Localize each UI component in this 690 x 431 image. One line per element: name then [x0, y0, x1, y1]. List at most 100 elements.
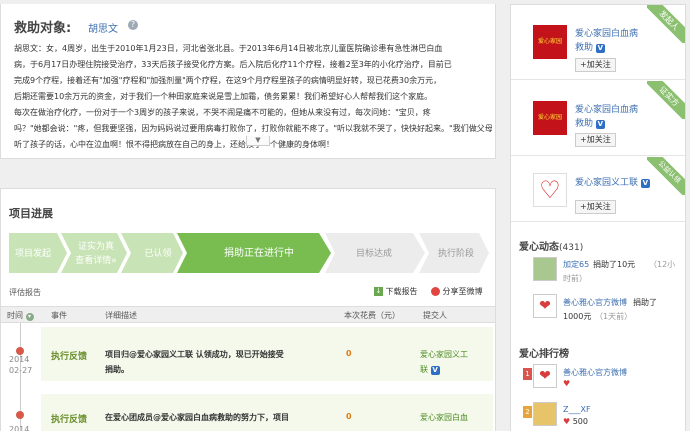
heart-icon: ♥ [563, 417, 571, 426]
org-name-link[interactable]: 爱心家园白血病 [575, 26, 638, 39]
row-year: 2014 [9, 355, 30, 364]
download-icon: ↓ [374, 287, 383, 296]
feed-user-link[interactable]: 善心雅心官方微博 [563, 297, 627, 308]
follow-button[interactable]: +加关注 [575, 58, 616, 72]
row-cost: 0 [346, 412, 352, 421]
follow-button[interactable]: +加关注 [575, 133, 616, 147]
step-1: 项目发起 [9, 233, 67, 273]
svg-text:查看详情»: 查看详情» [75, 254, 117, 266]
help-icon[interactable]: ? [128, 20, 138, 30]
story-name-link[interactable]: 胡思文 [88, 20, 118, 35]
org-name-link[interactable]: 爱心家园白血病 [575, 102, 638, 115]
row-date: 02-27 [9, 366, 33, 375]
svg-text:证实为真: 证实为真 [78, 240, 114, 252]
feed-amount: 1000元 [563, 312, 592, 321]
expand-toggle[interactable]: ▼ [246, 136, 270, 146]
ranking-user-link[interactable]: Z___XF [563, 405, 591, 414]
org-logo-heart-icon[interactable]: ♡ [533, 173, 567, 207]
row-submitter-link[interactable]: 联 V [420, 364, 440, 375]
org-logo[interactable]: 爱心家园 [533, 101, 567, 135]
role-tag: 公益认领 [647, 157, 685, 195]
org-card: 证实方 爱心家园 爱心家园白血病 救助 V +加关注 [511, 81, 685, 156]
weibo-icon [431, 287, 440, 296]
verified-icon: V [430, 366, 440, 375]
row-event: 执行反馈 [51, 352, 88, 362]
chevron-down-icon: ▼ [255, 136, 261, 144]
feed-action: 捐助了10元 [593, 260, 636, 269]
story-line: 胡思文：女，4周岁，出生于2010年1月23日，河北省张北县。于2013年6月1… [14, 44, 443, 53]
column-time[interactable]: 时间 ▾ [7, 310, 34, 321]
avatar[interactable] [533, 257, 557, 281]
row-desc-line: 项目归@爱心家园义工联 认领成功，现已开始接受 [105, 350, 284, 359]
svg-text:目标达成: 目标达成 [356, 247, 392, 259]
progress-title: 项目进展 [9, 207, 53, 220]
feed-time: （1天前） [595, 312, 633, 321]
feed-time: 时前） [563, 274, 587, 283]
avatar[interactable]: ❤ [533, 294, 557, 318]
org-name-link[interactable]: 救助 V [575, 116, 605, 129]
share-weibo-button[interactable]: 分享至微博 [431, 286, 483, 297]
download-report-button[interactable]: ↓ 下载报告 [374, 286, 418, 297]
avatar[interactable] [533, 402, 557, 426]
step-5: 目标达成 [325, 233, 425, 273]
org-card: 发起人 爱心家园 爱心家园白血病 救助 V +加关注 [511, 5, 685, 80]
step-6: 执行阶段 [419, 233, 489, 273]
rank-badge: 2 [523, 406, 532, 418]
role-tag: 证实方 [647, 81, 685, 119]
story-line: 病，于6月17日办理住院接受治疗，33天后孩子接受化疗方案。后入院后化疗11个疗… [14, 60, 452, 69]
org-name-link[interactable]: 爱心家园义工联 V [575, 175, 650, 188]
verified-icon: V [595, 120, 605, 129]
feed-user-link[interactable]: 加定65 [563, 259, 589, 270]
org-card: 公益认领 ♡ 爱心家园义工联 V +加关注 [511, 157, 685, 222]
org-name-link[interactable]: 救助 V [575, 40, 605, 53]
story-panel: 救助对象: 胡思文 ? 胡思文：女，4周岁，出生于2010年1月23日，河北省张… [0, 4, 496, 159]
row-event: 执行反馈 [51, 415, 88, 425]
svg-text:已认领: 已认领 [144, 247, 171, 259]
timeline-dot [16, 347, 24, 355]
column-event: 事件 [51, 311, 67, 320]
ranking-score: ♥ 500 [563, 417, 588, 426]
svg-text:项目发起: 项目发起 [15, 247, 51, 259]
svg-text:执行阶段: 执行阶段 [438, 247, 474, 259]
feed-time: （12小 [649, 260, 676, 269]
avatar[interactable]: ❤ [533, 364, 557, 388]
ranking-item: 1 ❤ 善心雅心官方微博 ♥ [511, 363, 685, 393]
story-line: 完成9个疗程，接着还有"加强"疗程和"加强剂量"两个疗程，在这9个月疗程里孩子的… [14, 76, 442, 85]
role-tag: 发起人 [647, 5, 685, 43]
row-submitter-link[interactable]: 爱心家园白血 [420, 412, 468, 423]
step-2[interactable]: 证实为真 查看详情» [61, 233, 127, 273]
story-title: 救助对象: [14, 21, 72, 36]
share-label: 分享至微博 [442, 287, 483, 296]
feed-action: 捐助了 [633, 298, 657, 307]
step-4-active: 捐助正在进行中 [177, 233, 331, 273]
org-logo[interactable]: 爱心家园 [533, 25, 567, 59]
step-3: 已认领 [121, 233, 183, 273]
ranking-user-link[interactable]: 善心雅心官方微博 [563, 367, 627, 378]
row-cost: 0 [346, 349, 352, 358]
report-label: 评估报告 [9, 288, 41, 297]
row-desc-line: 捐助。 [105, 365, 129, 374]
progress-panel: 项目进展 项目发起 证实为真 查看详情» 已认领 捐助正在进行中 目标达成 执行… [0, 188, 496, 431]
story-line: 每次在做治疗化疗，一份对于一个3周岁的孩子来说，不哭不闹是痛不可能的，但她从来没… [14, 108, 431, 117]
column-cost: 本次花费（元） [344, 311, 400, 320]
ranking-title: 爱心排行榜 [519, 349, 569, 360]
verified-icon: V [640, 179, 650, 188]
story-line: 吗？"她都会说："疼，但我要坚强，因为妈妈说过要用病毒打败你了，打败你就能不疼了… [14, 124, 492, 133]
row-submitter-link[interactable]: 爱心家园义工 [420, 349, 468, 360]
timeline-dot [16, 411, 24, 419]
feed-title: 爱心动态(431) [519, 242, 584, 253]
feed-item: 加定65 捐助了10元 （12小 时前） [511, 255, 685, 293]
progress-steps: 项目发起 证实为真 查看详情» 已认领 捐助正在进行中 目标达成 执行阶段 [9, 233, 489, 273]
story-line: 后期还需要10余万元的资金，对于我们一个种田家庭来说是雪上加霜，债务累累！我们希… [14, 92, 433, 101]
svg-text:捐助正在进行中: 捐助正在进行中 [224, 246, 294, 259]
sidebar: 发起人 爱心家园 爱心家园白血病 救助 V +加关注 证实方 爱心家园 爱心家园… [510, 4, 686, 431]
sort-icon: ▾ [25, 313, 34, 321]
heart-icon: ♥ [563, 379, 571, 388]
follow-button[interactable]: +加关注 [575, 200, 616, 214]
row-year: 2014 [9, 425, 30, 431]
download-label: 下载报告 [385, 287, 418, 296]
table-header: 时间 ▾ 事件 详细描述 本次花费（元） 提交人 [1, 306, 495, 323]
column-description: 详细描述 [105, 311, 137, 320]
ranking-item: 2 Z___XF ♥ 500 [511, 401, 685, 431]
feed-item: ❤ 善心雅心官方微博 捐助了 1000元 （1天前） [511, 293, 685, 331]
